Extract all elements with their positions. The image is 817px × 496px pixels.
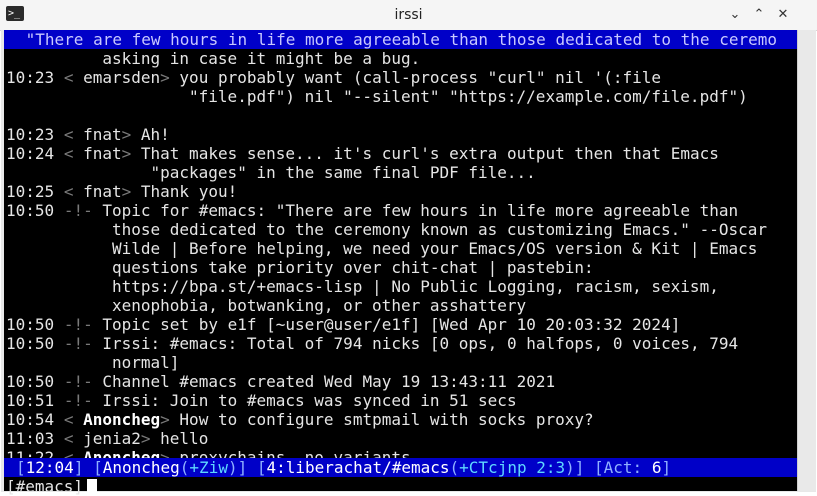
message-text: "packages" in the same final PDF file... bbox=[6, 163, 536, 182]
nick: fnat bbox=[83, 144, 122, 163]
message-text: asking in case it might be a bug. bbox=[6, 49, 421, 68]
message-text: hello bbox=[160, 429, 209, 448]
chat-line: https://bpa.st/+emacs-lisp | No Public L… bbox=[6, 277, 796, 296]
status-bar: [12:04] [Anoncheg(+Ziw)] [4:liberachat/#… bbox=[4, 458, 797, 477]
chat-line: 10:23 < fnat> Ah! bbox=[6, 125, 170, 144]
chat-line: 10:24 < fnat> That makes sense... it's c… bbox=[6, 144, 719, 163]
chat-line: 10:50 -!- Topic for #emacs: "There are f… bbox=[6, 201, 796, 220]
line-separator: < bbox=[63, 144, 74, 163]
message-text: you probably want (call-process "curl" n… bbox=[179, 68, 662, 87]
chat-line: 10:25 < fnat> Thank you! bbox=[6, 182, 238, 201]
timestamp: 10:54 bbox=[6, 410, 55, 429]
line-separator: -!- bbox=[63, 201, 93, 220]
nick: fnat bbox=[83, 182, 122, 201]
chat-line: 11:03 < jenia2> hello bbox=[6, 429, 209, 448]
timestamp: 11:03 bbox=[6, 429, 55, 448]
nick: jenia2 bbox=[83, 429, 141, 448]
message-text: https://bpa.st/+emacs-lisp | No Public L… bbox=[6, 277, 719, 296]
terminal[interactable]: "There are few hours in life more agreea… bbox=[4, 30, 797, 496]
chat-line: normal] bbox=[6, 353, 796, 372]
timestamp: 10:23 bbox=[6, 68, 55, 87]
status-usermode: +Ziw bbox=[189, 458, 228, 477]
window-title: irssi bbox=[394, 7, 423, 23]
message-text: questions take priority over chit-chat |… bbox=[6, 258, 594, 277]
message-text: Irssi: Join to #emacs was synced in 51 s… bbox=[102, 391, 517, 410]
chat-line: 10:23 < emarsden> you probably want (cal… bbox=[6, 68, 662, 87]
nick: fnat bbox=[83, 125, 122, 144]
timestamp: 10:24 bbox=[6, 144, 55, 163]
message-text: Channel #emacs created Wed May 19 13:43:… bbox=[102, 372, 556, 391]
chat-line: questions take priority over chit-chat |… bbox=[6, 258, 796, 277]
line-separator: < bbox=[63, 182, 74, 201]
chat-line bbox=[6, 106, 796, 125]
timestamp: 10:50 bbox=[6, 201, 55, 220]
chat-line: asking in case it might be a bug. bbox=[6, 49, 796, 68]
chat-line: xenophobia, botwanking, or other asshatt… bbox=[6, 296, 796, 315]
status-chanmode: +CTcjnp 2:3 bbox=[459, 458, 566, 477]
line-separator: -!- bbox=[63, 315, 93, 334]
chat-line: 10:54 < Anoncheg> How to configure smtpm… bbox=[6, 410, 594, 429]
timestamp: 10:50 bbox=[6, 315, 55, 334]
timestamp: 10:50 bbox=[6, 372, 55, 391]
status-act-label: Act: bbox=[603, 458, 643, 477]
line-separator: < bbox=[63, 68, 74, 87]
chat-line: "file.pdf") nil "--silent" "https://exam… bbox=[6, 87, 796, 106]
message-text: Thank you! bbox=[140, 182, 238, 201]
status-window: 4:liberachat/#emacs bbox=[266, 458, 450, 477]
chat-log: asking in case it might be a bug. 10:23 <… bbox=[6, 49, 796, 467]
status-nick: Anoncheg bbox=[102, 458, 180, 477]
message-text: Topic for #emacs: "There are few hours i… bbox=[102, 201, 739, 220]
chat-line: those dedicated to the ceremony known as… bbox=[6, 220, 796, 239]
text-cursor bbox=[87, 479, 98, 495]
maximize-icon[interactable]: ⌃ bbox=[750, 6, 768, 24]
close-icon[interactable]: ✕ bbox=[774, 6, 792, 24]
scrollbar[interactable] bbox=[797, 30, 816, 491]
nick: emarsden bbox=[83, 68, 161, 87]
timestamp: 10:50 bbox=[6, 334, 55, 353]
timestamp: 10:51 bbox=[6, 391, 55, 410]
status-time: 12:04 bbox=[25, 458, 74, 477]
message-text: "file.pdf") nil "--silent" "https://exam… bbox=[6, 87, 748, 106]
nick: Anoncheg bbox=[83, 410, 161, 429]
chat-line: 10:51 -!- Irssi: Join to #emacs was sync… bbox=[6, 391, 796, 410]
message-text: normal] bbox=[6, 353, 180, 372]
message-text: Wilde | Before helping, we need your Ema… bbox=[6, 239, 758, 258]
line-separator: -!- bbox=[63, 334, 93, 353]
minimize-icon[interactable]: ⌄ bbox=[726, 6, 744, 24]
message-text: xenophobia, botwanking, or other asshatt… bbox=[6, 296, 527, 315]
line-separator: < bbox=[63, 429, 74, 448]
chat-line: Wilde | Before helping, we need your Ema… bbox=[6, 239, 796, 258]
timestamp: 10:25 bbox=[6, 182, 55, 201]
chat-line: 10:50 -!- Topic set by e1f [~user@user/e… bbox=[6, 315, 796, 334]
input-prompt: [#emacs] bbox=[6, 477, 84, 496]
input-line[interactable]: [#emacs] bbox=[6, 477, 98, 496]
message-text: That makes sense... it's curl's extra ou… bbox=[140, 144, 719, 163]
line-separator: -!- bbox=[63, 372, 93, 391]
timestamp: 10:23 bbox=[6, 125, 55, 144]
chat-line: "packages" in the same final PDF file... bbox=[6, 163, 796, 182]
message-text: those dedicated to the ceremony known as… bbox=[6, 220, 767, 239]
chat-line: 10:50 -!- Channel #emacs created Wed May… bbox=[6, 372, 796, 391]
line-separator: < bbox=[63, 410, 74, 429]
chat-line: 10:50 -!- Irssi: #emacs: Total of 794 ni… bbox=[6, 334, 796, 353]
message-text: Irssi: #emacs: Total of 794 nicks [0 ops… bbox=[102, 334, 739, 353]
title-bar: >_ irssi ⌄ ⌃ ✕ bbox=[0, 0, 817, 31]
message-text: Topic set by e1f [~user@user/e1f] [Wed A… bbox=[102, 315, 681, 334]
message-text: Ah! bbox=[140, 125, 170, 144]
line-separator: < bbox=[63, 125, 74, 144]
topic-bar: "There are few hours in life more agreea… bbox=[4, 30, 797, 49]
line-separator: -!- bbox=[63, 391, 93, 410]
message-text: How to configure smtpmail with socks pro… bbox=[179, 410, 594, 429]
